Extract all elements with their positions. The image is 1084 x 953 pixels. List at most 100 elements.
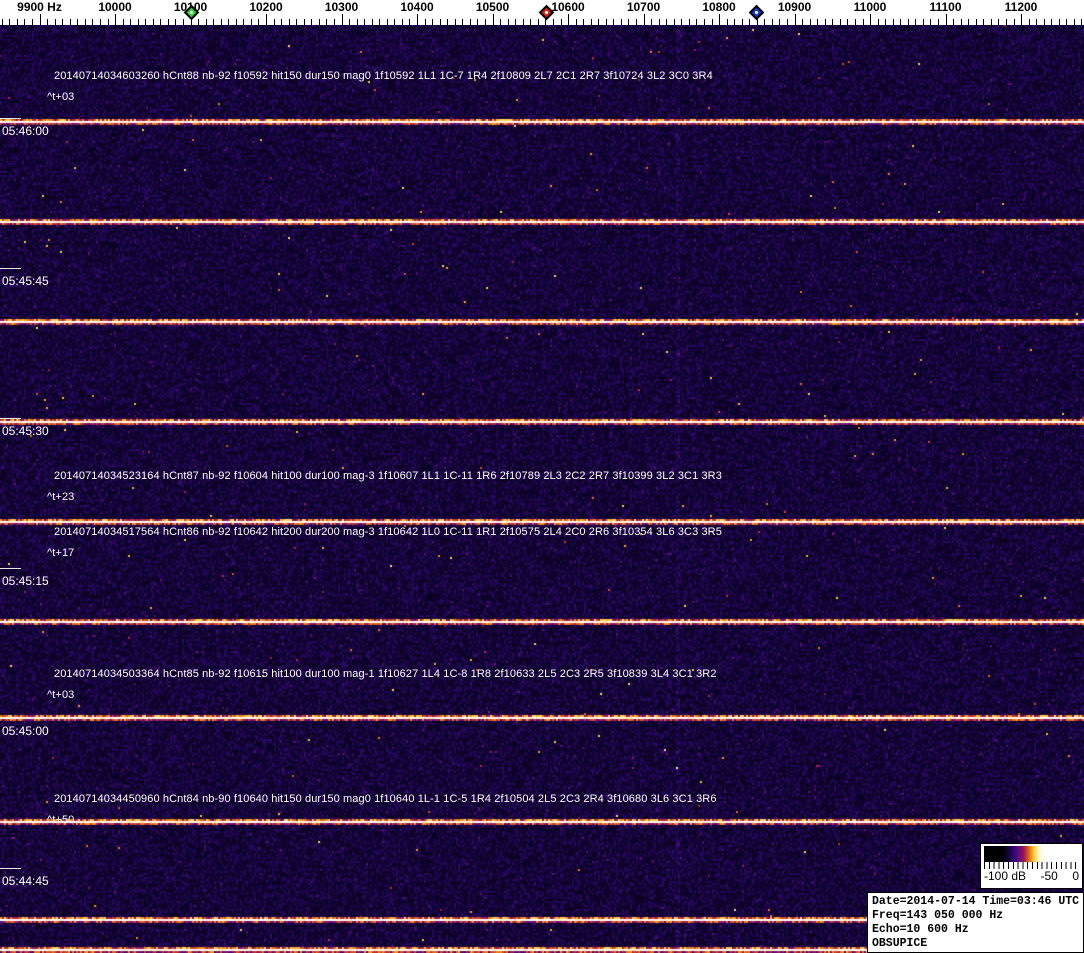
freq-axis-tick bbox=[824, 19, 826, 25]
freq-axis-label: 10000 bbox=[98, 0, 132, 14]
freq-axis-tick bbox=[1073, 19, 1075, 25]
freq-axis-tick bbox=[975, 19, 977, 25]
freq-axis-tick bbox=[1081, 19, 1083, 25]
color-scale-gradient bbox=[984, 846, 1079, 862]
freq-axis-tick bbox=[1021, 14, 1022, 25]
freq-axis-tick bbox=[998, 19, 1000, 25]
freq-axis-tick bbox=[401, 19, 403, 25]
detection-time-offset: ^t+23 bbox=[47, 491, 75, 503]
freq-axis-tick bbox=[726, 19, 728, 25]
freq-axis-tick bbox=[870, 14, 871, 25]
freq-axis-tick bbox=[960, 19, 962, 25]
freq-axis-tick bbox=[990, 19, 992, 25]
freq-axis-tick bbox=[371, 19, 373, 25]
freq-axis-tick bbox=[492, 14, 494, 25]
freq-axis-tick bbox=[364, 19, 366, 25]
freq-axis-tick bbox=[432, 19, 434, 25]
info-station: OBSUPICE bbox=[872, 937, 928, 950]
timestamp-label: 05:45:15 bbox=[2, 574, 49, 588]
freq-axis-tick bbox=[1036, 19, 1038, 25]
time-tick bbox=[0, 718, 21, 719]
legend-label-mid: -50 bbox=[1040, 869, 1058, 883]
freq-axis-tick bbox=[1005, 19, 1007, 25]
freq-axis-tick bbox=[311, 19, 313, 25]
freq-axis-tick bbox=[235, 19, 237, 25]
timestamp-label: 05:46:00 bbox=[2, 124, 49, 138]
legend-label-max: 0 bbox=[1072, 869, 1079, 883]
freq-axis-tick bbox=[1013, 19, 1015, 25]
freq-axis-tick bbox=[424, 19, 426, 25]
freq-axis-tick bbox=[198, 19, 200, 25]
freq-axis-tick bbox=[862, 19, 864, 25]
info-echo: Echo=10 600 Hz bbox=[872, 923, 969, 936]
freq-axis-tick bbox=[681, 19, 683, 25]
freq-axis-tick bbox=[16, 19, 18, 25]
freq-axis-tick bbox=[530, 19, 532, 25]
freq-axis-tick bbox=[507, 19, 509, 25]
freq-axis-tick bbox=[296, 19, 298, 25]
freq-axis-tick bbox=[922, 19, 924, 25]
freq-axis-tick bbox=[719, 14, 720, 25]
freq-axis-tick bbox=[356, 19, 358, 25]
detection-annotation: 20140714034523164 hCnt87 nb-92 f10604 hi… bbox=[54, 470, 722, 482]
freq-axis-tick bbox=[643, 14, 645, 25]
freq-axis-tick bbox=[152, 19, 154, 25]
freq-axis-tick bbox=[500, 19, 502, 25]
freq-axis-tick bbox=[794, 14, 796, 25]
freq-axis-tick bbox=[273, 19, 275, 25]
freq-axis-tick bbox=[386, 19, 388, 25]
time-tick bbox=[0, 268, 21, 269]
freq-axis-tick bbox=[892, 19, 894, 25]
freq-axis-tick bbox=[711, 19, 713, 25]
freq-axis-tick bbox=[303, 19, 305, 25]
detection-annotation: 20140714034603260 hCnt88 nb-92 f10592 hi… bbox=[54, 70, 713, 82]
freq-axis-tick bbox=[575, 19, 577, 25]
freq-axis-tick bbox=[288, 19, 290, 25]
freq-axis-tick bbox=[84, 19, 86, 25]
freq-axis-tick bbox=[1043, 19, 1045, 25]
color-scale-legend: -100 dB -50 0 bbox=[980, 843, 1083, 889]
freq-axis-tick bbox=[802, 19, 803, 25]
detection-annotation: 20140714034517564 hCnt86 nb-92 f10642 hi… bbox=[54, 526, 722, 538]
color-scale-labels: -100 dB -50 0 bbox=[981, 869, 1082, 883]
freq-axis-tick bbox=[220, 19, 222, 25]
freq-axis-label: 10500 bbox=[475, 0, 510, 14]
freq-axis-label: 10800 bbox=[702, 0, 736, 14]
freq-axis-tick bbox=[228, 19, 230, 25]
freq-axis-tick bbox=[907, 19, 909, 25]
freq-axis-tick bbox=[341, 14, 343, 25]
freq-axis-tick bbox=[1, 19, 3, 25]
color-scale-ticks bbox=[984, 862, 1079, 869]
freq-axis-tick bbox=[484, 19, 486, 25]
freq-axis-label: 10400 bbox=[400, 0, 434, 14]
freq-axis-tick bbox=[900, 19, 902, 25]
spectrogram-viewer: 9900 Hz100001010010200103001040010500106… bbox=[0, 0, 1084, 953]
time-tick bbox=[0, 118, 21, 119]
freq-axis-tick bbox=[568, 14, 569, 25]
freq-axis-tick bbox=[515, 19, 517, 25]
freq-axis-tick bbox=[32, 19, 33, 25]
freq-axis-tick bbox=[167, 19, 169, 25]
freq-axis-tick bbox=[447, 19, 449, 25]
freq-axis-tick bbox=[620, 19, 622, 25]
freq-axis-tick bbox=[930, 19, 932, 25]
freq-axis-tick bbox=[62, 19, 64, 25]
freq-axis-tick bbox=[266, 14, 267, 25]
freq-axis-tick bbox=[673, 19, 675, 25]
detection-time-offset: ^t+03 bbox=[47, 689, 75, 701]
freq-axis-tick bbox=[1028, 19, 1030, 25]
freq-axis-tick bbox=[953, 19, 954, 25]
freq-axis-label: 11000 bbox=[853, 0, 887, 14]
freq-axis-tick bbox=[703, 19, 705, 25]
freq-axis-tick bbox=[945, 14, 947, 25]
freq-axis-tick bbox=[915, 19, 917, 25]
freq-axis-tick bbox=[326, 19, 328, 25]
freq-axis-tick bbox=[394, 19, 396, 25]
freq-axis-tick bbox=[1066, 19, 1068, 25]
freq-axis-tick bbox=[115, 14, 116, 25]
freq-axis-tick bbox=[182, 19, 184, 25]
freq-axis-tick bbox=[281, 19, 283, 25]
freq-axis-tick bbox=[122, 19, 124, 25]
freq-axis-tick bbox=[605, 19, 607, 25]
freq-axis-tick bbox=[817, 19, 819, 25]
